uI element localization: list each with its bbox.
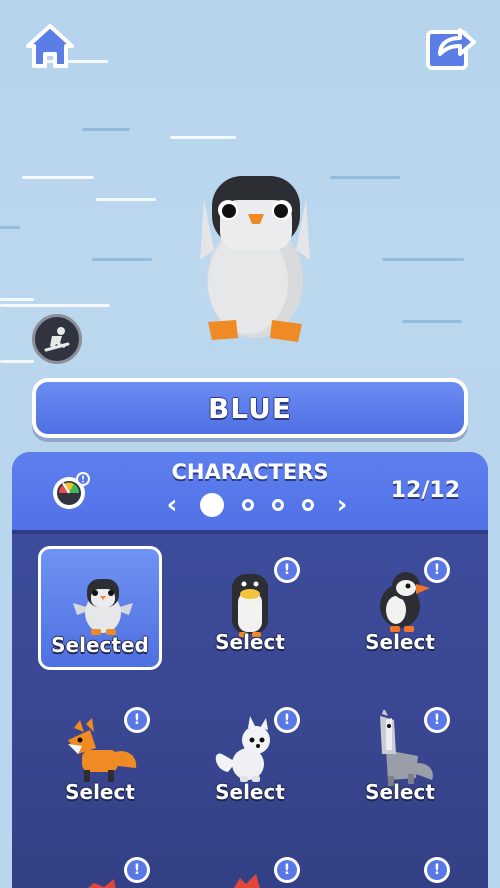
new-badge: ! — [124, 857, 150, 883]
exclamation-icon: ! — [427, 560, 447, 580]
ice-streak — [402, 320, 462, 323]
ice-streak — [82, 128, 130, 131]
page-indicator: ‹ › — [162, 490, 352, 520]
character-slot-label: Select — [65, 780, 135, 804]
ice-streak — [22, 176, 94, 179]
new-badge: ! — [424, 557, 450, 583]
ice-streak — [0, 360, 34, 363]
skate-button[interactable] — [32, 314, 82, 364]
ice-streak — [92, 258, 152, 261]
exclamation-icon: ! — [277, 860, 297, 880]
exclamation-icon: ! — [277, 560, 297, 580]
character-counter: 12/12 — [390, 478, 460, 503]
ice-streak — [96, 198, 156, 201]
ice-streak — [0, 304, 110, 307]
prev-page-button[interactable]: ‹ — [162, 492, 182, 518]
new-badge: ! — [424, 707, 450, 733]
home-button[interactable] — [22, 18, 78, 74]
page-dot-2[interactable] — [242, 499, 254, 511]
exclamation-icon: ! — [277, 710, 297, 730]
ice-streak — [330, 176, 400, 179]
new-badge: ! — [274, 707, 300, 733]
character-slot-label: Select — [365, 780, 435, 804]
skate-icon — [44, 327, 70, 352]
exclamation-icon: ! — [127, 860, 147, 880]
page-dot-1[interactable] — [200, 493, 224, 517]
character-name-bar: BLUE — [32, 378, 468, 438]
new-badge: ! — [424, 857, 450, 883]
home-icon — [26, 24, 74, 68]
new-badge: ! — [274, 857, 300, 883]
exclamation-icon: ! — [127, 710, 147, 730]
ice-streak — [170, 136, 236, 139]
character-slot-baby-penguin[interactable]: Selected — [38, 546, 162, 670]
character-slot-label: Select — [215, 630, 285, 654]
share-icon — [426, 28, 476, 70]
ice-streak — [0, 226, 20, 229]
character-name: BLUE — [207, 391, 293, 425]
ice-streak — [382, 258, 464, 261]
exclamation-icon: ! — [427, 860, 447, 880]
new-badge: ! — [274, 557, 300, 583]
ice-streak — [0, 298, 34, 301]
next-page-button[interactable]: › — [332, 492, 352, 518]
exclamation-icon: ! — [427, 710, 447, 730]
share-button[interactable] — [422, 18, 478, 74]
character-slot-label: Selected — [51, 633, 149, 657]
selected-character-model — [190, 170, 320, 350]
page-dot-4[interactable] — [302, 499, 314, 511]
character-slot-partial[interactable] — [228, 872, 268, 888]
red-character-icon — [234, 874, 260, 888]
new-badge: ! — [124, 707, 150, 733]
page-dot-3[interactable] — [272, 499, 284, 511]
characters-panel: CHARACTERS ‹ › 12/12 — [12, 452, 488, 888]
character-slot-partial[interactable] — [80, 876, 120, 888]
character-slot-label: Select — [365, 630, 435, 654]
panel-header: CHARACTERS ‹ › 12/12 — [12, 452, 488, 530]
baby-penguin-icon — [63, 563, 143, 643]
red-character-icon — [87, 879, 116, 888]
character-slot-label: Select — [215, 780, 285, 804]
